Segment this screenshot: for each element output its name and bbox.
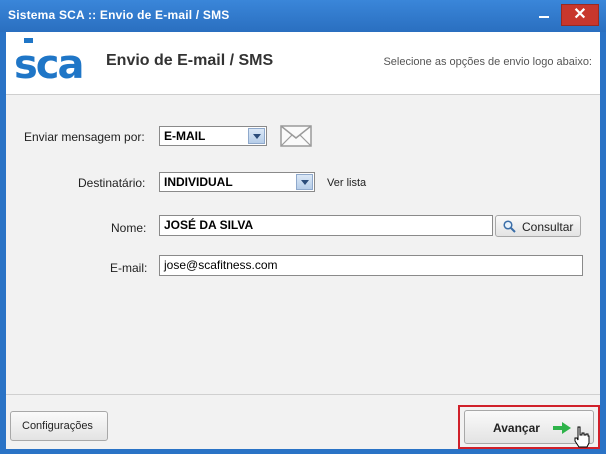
dialog-body: SCA Envio de E-mail / SMS Selecione as o… [6, 32, 600, 449]
logo-text: SCA [14, 42, 83, 86]
name-label: Nome: [111, 221, 147, 235]
settings-button[interactable]: Configurações [10, 411, 108, 441]
minimize-button[interactable] [531, 4, 557, 26]
chevron-down-icon[interactable] [248, 128, 265, 144]
page-title: Envio de E-mail / SMS [106, 52, 274, 69]
search-button[interactable]: Consultar [495, 215, 581, 237]
envelope-icon [280, 125, 312, 147]
chevron-down-icon[interactable] [296, 174, 313, 190]
title-bar[interactable]: Sistema SCA :: Envio de E-mail / SMS ✕ [0, 0, 606, 32]
email-field[interactable]: jose@scafitness.com [159, 255, 583, 276]
app-window: Sistema SCA :: Envio de E-mail / SMS ✕ S… [0, 0, 606, 454]
email-label: E-mail: [110, 261, 148, 275]
name-field[interactable]: JOSÉ DA SILVA [159, 215, 493, 236]
recipient-select[interactable]: INDIVIDUAL [159, 172, 315, 192]
sca-logo: SCA [14, 38, 85, 86]
arrow-right-icon [553, 422, 571, 434]
hand-cursor-icon [574, 426, 590, 448]
close-button[interactable]: ✕ [561, 4, 599, 26]
recipient-label: Destinatário: [78, 176, 146, 190]
header-hint: Selecione as opções de envio logo abaixo… [383, 56, 592, 68]
search-button-label: Consultar [522, 220, 574, 234]
view-list-link[interactable]: Ver lista [327, 177, 366, 189]
next-button-label: Avançar [493, 421, 540, 435]
send-via-label: Enviar mensagem por: [24, 130, 145, 144]
send-via-value: E-MAIL [164, 129, 206, 143]
send-via-select[interactable]: E-MAIL [159, 126, 267, 146]
recipient-value: INDIVIDUAL [164, 175, 233, 189]
settings-button-label: Configurações [22, 420, 93, 432]
search-icon [503, 220, 516, 233]
window-title: Sistema SCA :: Envio de E-mail / SMS [8, 8, 230, 22]
dialog-header: SCA Envio de E-mail / SMS Selecione as o… [6, 32, 600, 95]
